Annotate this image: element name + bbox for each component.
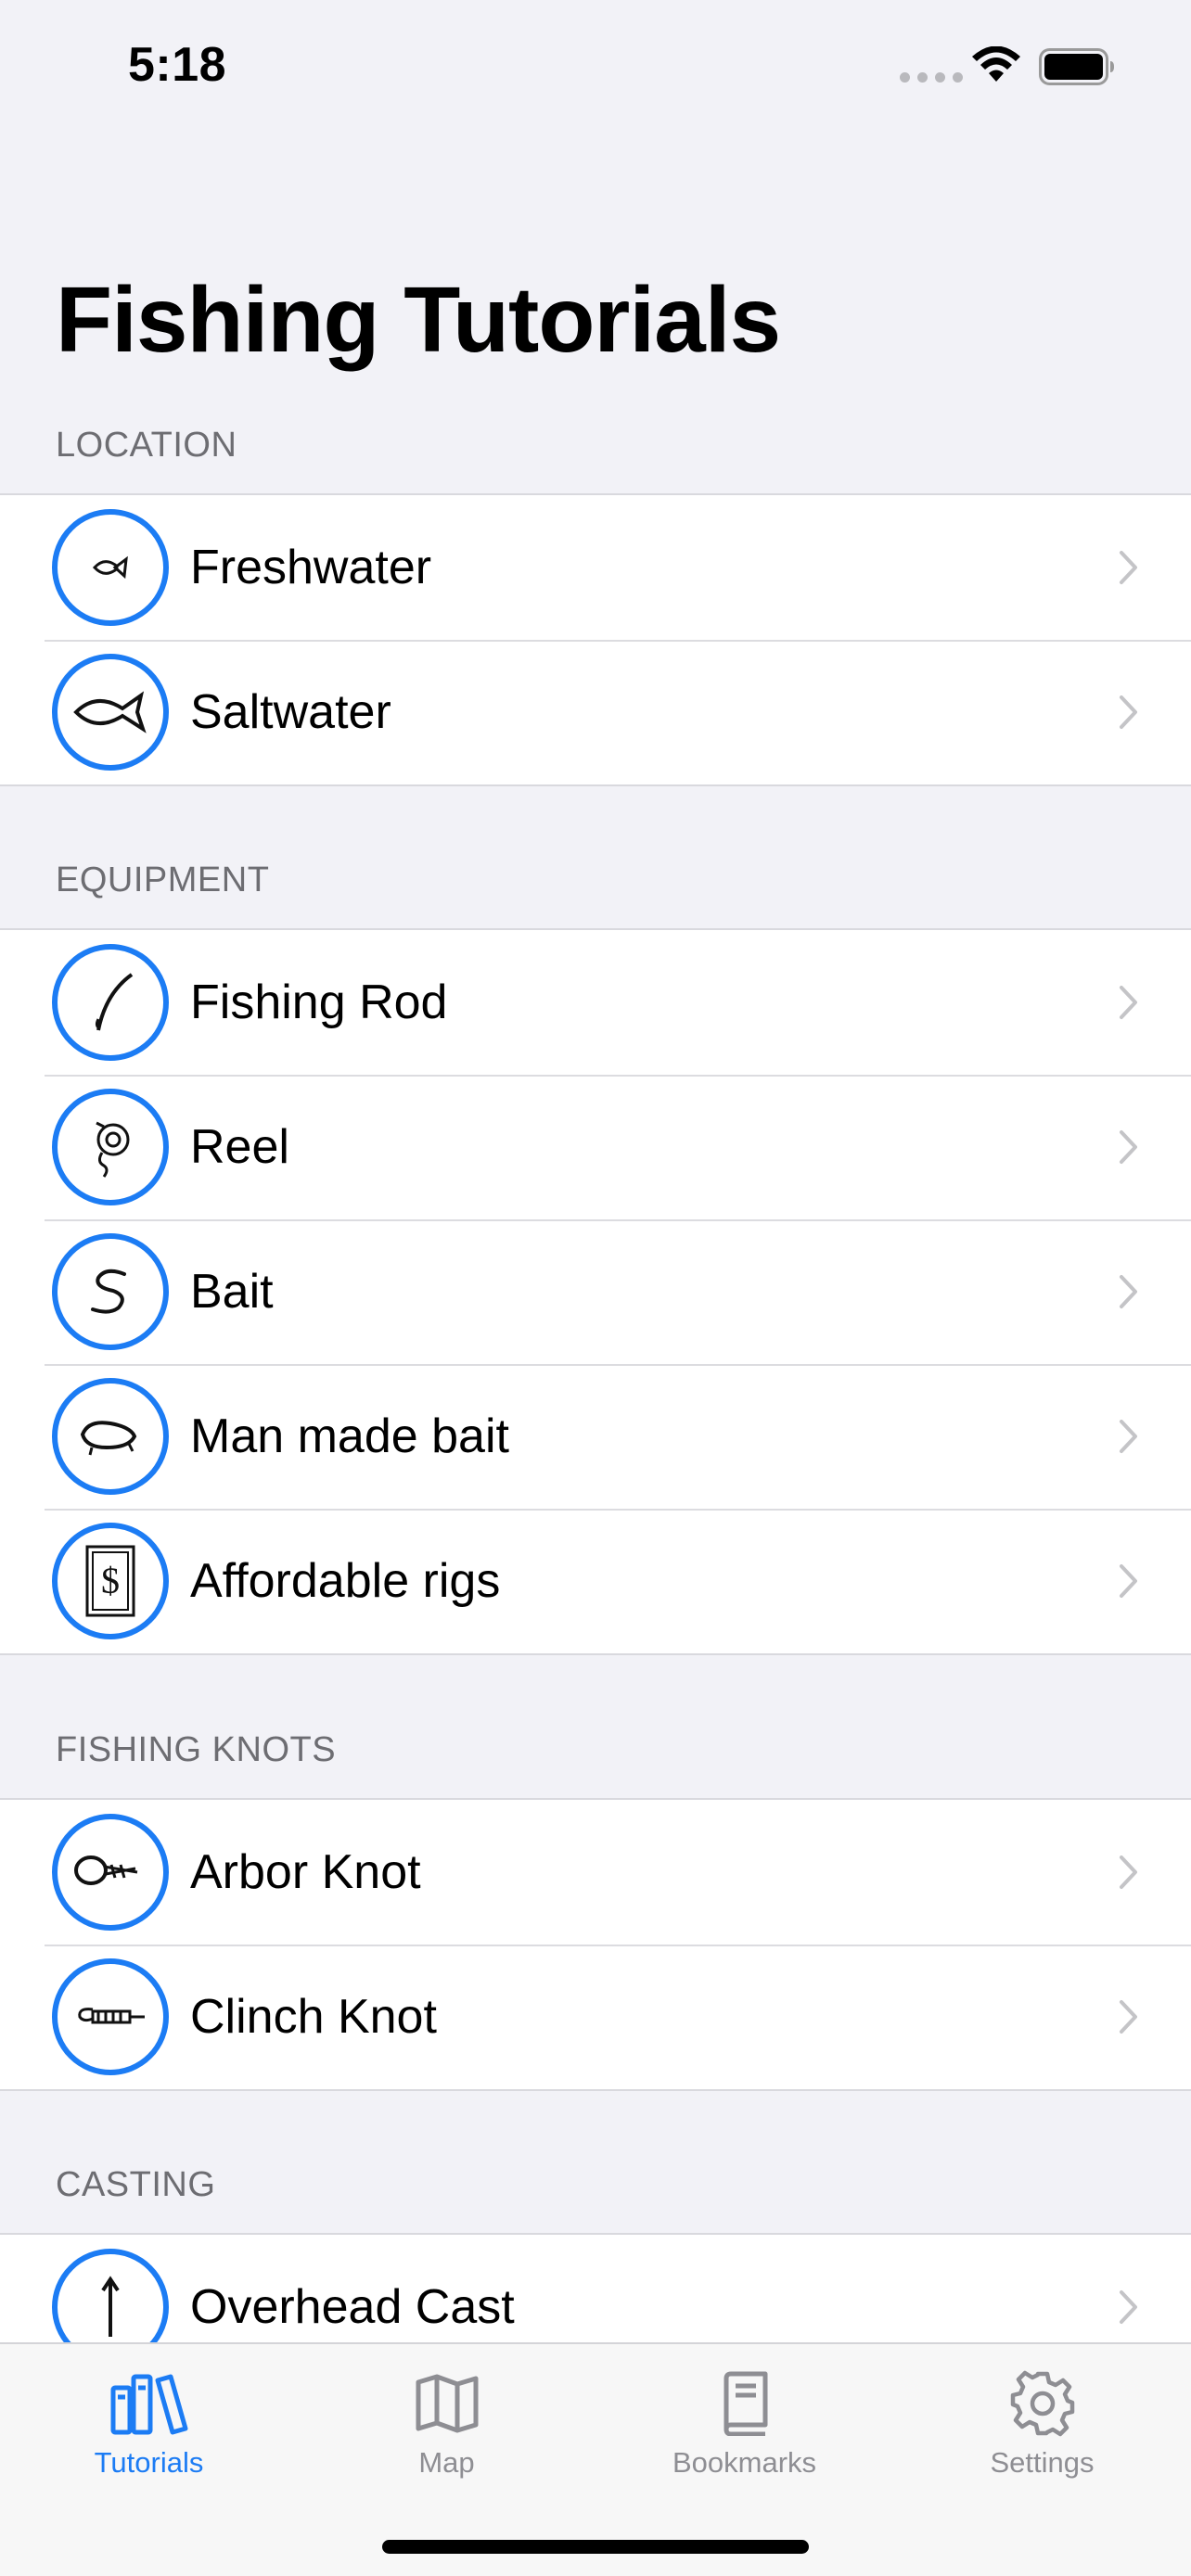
wifi-icon (972, 46, 1020, 82)
row-label: Reel (190, 1120, 289, 1174)
worm-sketch-icon (52, 1233, 169, 1350)
row-label: Saltwater (190, 685, 391, 739)
tab-label: Tutorials (94, 2446, 204, 2479)
chevron-right-icon (1120, 551, 1137, 584)
tab-label: Settings (990, 2446, 1095, 2479)
list-item-man-made-bait[interactable]: Man made bait (0, 1364, 1191, 1509)
row-label: Clinch Knot (190, 1990, 437, 2044)
row-label: Bait (190, 1265, 274, 1319)
svg-text:$: $ (101, 1560, 120, 1601)
list-item-saltwater[interactable]: Saltwater (0, 640, 1191, 784)
row-label: Man made bait (190, 1409, 509, 1463)
chevron-right-icon (1120, 1130, 1137, 1164)
row-label: Overhead Cast (190, 2280, 515, 2334)
tab-label: Map (418, 2446, 475, 2479)
chevron-right-icon (1120, 986, 1137, 1019)
dollar-bill-icon: $ (52, 1523, 169, 1639)
chevron-right-icon (1120, 1275, 1137, 1308)
chevron-right-icon (1120, 1564, 1137, 1598)
list-item-arbor-knot[interactable]: Arbor Knot (0, 1800, 1191, 1945)
section-equipment: Fishing Rod Reel Bait Man made bait $ Af… (0, 928, 1191, 1655)
battery-icon (1039, 48, 1114, 85)
chevron-right-icon (1120, 2000, 1137, 2034)
clinch-knot-sketch-icon (52, 1958, 169, 2075)
tab-bar: Tutorials Map Bookmarks Settings (0, 2342, 1191, 2576)
tab-map[interactable]: Map (298, 2344, 596, 2502)
small-fish-sketch-icon (52, 509, 169, 626)
section-header-fishing-knots: FISHING KNOTS (56, 1730, 337, 1769)
chevron-right-icon (1120, 1420, 1137, 1453)
tab-bookmarks[interactable]: Bookmarks (596, 2344, 893, 2502)
arbor-knot-sketch-icon (52, 1814, 169, 1931)
lure-sketch-icon (52, 1378, 169, 1495)
section-header-casting: CASTING (56, 2165, 216, 2204)
section-header-location: LOCATION (56, 426, 237, 465)
section-header-equipment: EQUIPMENT (56, 861, 270, 899)
row-label: Arbor Knot (190, 1845, 421, 1899)
row-label: Fishing Rod (190, 976, 448, 1029)
list-item-bait[interactable]: Bait (0, 1219, 1191, 1364)
gear-icon (1009, 2368, 1076, 2439)
chevron-right-icon (1120, 2290, 1137, 2324)
row-label: Freshwater (190, 541, 432, 594)
section-fishing-knots: Arbor Knot Clinch Knot (0, 1798, 1191, 2091)
chevron-right-icon (1120, 695, 1137, 729)
book-icon (719, 2368, 771, 2439)
status-bar: 5:18 (0, 0, 1191, 139)
list-item-reel[interactable]: Reel (0, 1075, 1191, 1219)
tab-label: Bookmarks (672, 2446, 817, 2479)
chevron-right-icon (1120, 1855, 1137, 1889)
tab-tutorials[interactable]: Tutorials (0, 2344, 298, 2502)
list-item-clinch-knot[interactable]: Clinch Knot (0, 1945, 1191, 2089)
reel-sketch-icon (52, 1089, 169, 1205)
fishing-rod-sketch-icon (52, 944, 169, 1061)
home-indicator (382, 2540, 809, 2554)
list-item-freshwater[interactable]: Freshwater (0, 495, 1191, 640)
tab-settings[interactable]: Settings (893, 2344, 1191, 2502)
map-icon (415, 2368, 480, 2439)
list-item-fishing-rod[interactable]: Fishing Rod (0, 930, 1191, 1075)
cellular-signal-icon (900, 72, 963, 83)
books-icon (109, 2368, 189, 2439)
list-item-affordable-rigs[interactable]: $ Affordable rigs (0, 1509, 1191, 1653)
fish-sketch-icon (52, 654, 169, 771)
section-location: Freshwater Saltwater (0, 493, 1191, 786)
page-title: Fishing Tutorials (56, 268, 781, 372)
status-time: 5:18 (128, 38, 227, 92)
row-label: Affordable rigs (190, 1554, 501, 1608)
